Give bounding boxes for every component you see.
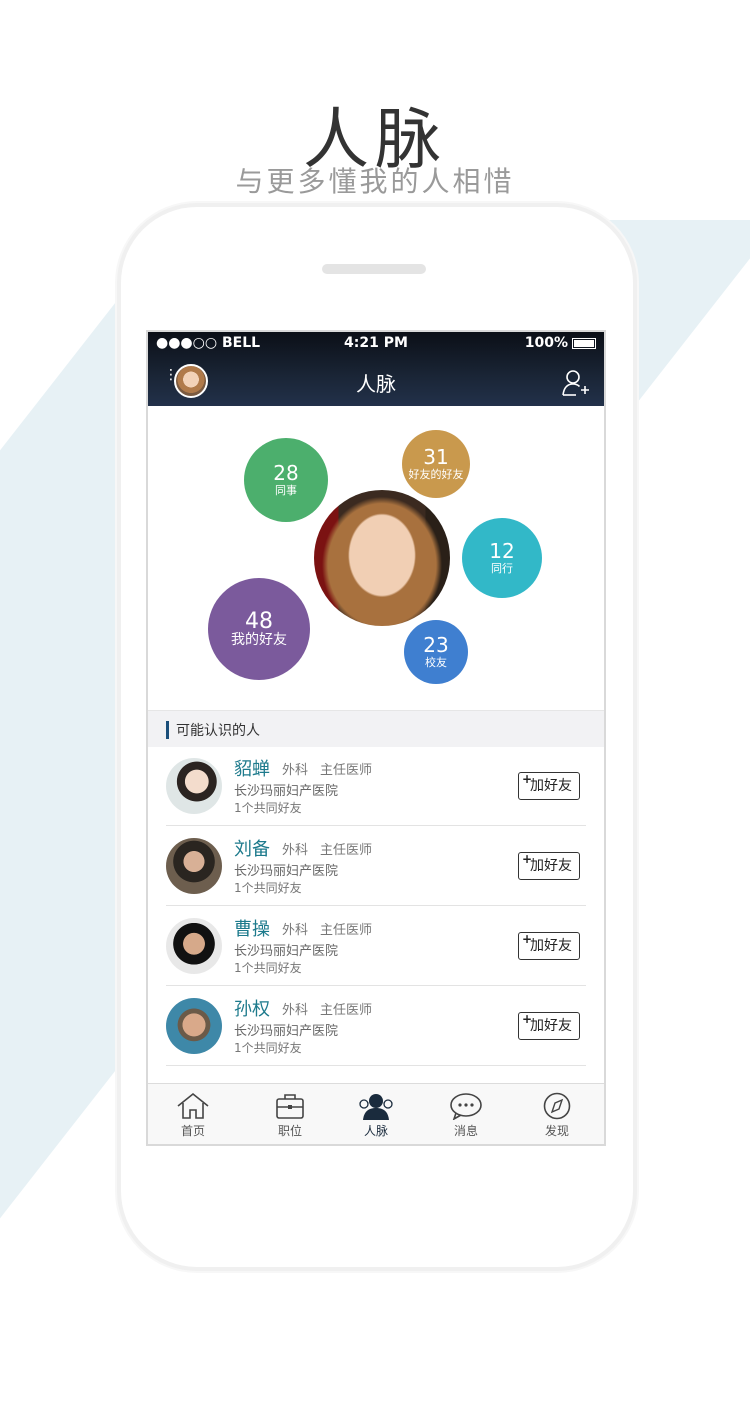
add-friend-button[interactable]: + 加好友 [518,932,580,960]
person-name: 貂蝉 [234,759,270,780]
status-bar: ●●●○○ BELL 4:21 PM 100% [148,332,604,356]
avatar [166,758,222,814]
network-bubbles: 28 同事 31 好友的好友 12 同行 48 我的好友 23 校友 [148,406,604,708]
person-name: 刘备 [234,839,270,860]
tab-label: 发现 [544,1124,569,1138]
colleagues-bubble[interactable]: 28 同事 [244,438,328,522]
friends-of-friends-count: 31 [423,445,449,469]
add-friend-button[interactable]: + 加好友 [518,852,580,880]
profile-photo[interactable] [314,490,450,626]
tab-bar: 首页 职位 人脉 消息 发现 [148,1083,604,1144]
add-contact-icon[interactable] [560,368,590,398]
mutual-friends: 1个共同好友 [234,801,302,815]
list-item[interactable]: 孙权 外科 主任医师 长沙玛丽妇产医院 1个共同好友 + 加好友 [148,986,604,1066]
list-item[interactable]: 刘备 外科 主任医师 长沙玛丽妇产医院 1个共同好友 + 加好友 [148,826,604,906]
my-friends-count: 48 [245,609,273,634]
person-dept: 外科 [282,843,309,858]
tab-discover[interactable]: 发现 [522,1092,592,1139]
add-friend-label: 加好友 [530,778,572,794]
avatar [166,918,222,974]
battery-icon [572,337,596,349]
peers-label: 同行 [491,562,513,575]
section-accent-bar [166,721,169,739]
my-friends-label: 我的好友 [231,632,287,648]
mutual-friends: 1个共同好友 [234,961,302,975]
alumni-label: 校友 [425,656,447,669]
suggestions-header: 可能认识的人 [148,710,604,747]
person-hospital: 长沙玛丽妇产医院 [234,1024,339,1039]
person-hospital: 长沙玛丽妇产医院 [234,944,339,959]
app-screen: ●●●○○ BELL 4:21 PM 100% ⋮ 人脉 28 同事 31 好友… [146,330,606,1146]
colleagues-count: 28 [273,461,299,485]
tab-label: 消息 [453,1124,478,1138]
colleagues-label: 同事 [275,484,297,497]
add-friend-label: 加好友 [530,938,572,954]
person-hospital: 长沙玛丽妇产医院 [234,864,339,879]
briefcase-icon [276,1094,304,1119]
add-friend-button[interactable]: + 加好友 [518,1012,580,1040]
tab-messages[interactable]: 消息 [431,1092,501,1139]
my-friends-bubble[interactable]: 48 我的好友 [208,578,310,680]
alumni-bubble[interactable]: 23 校友 [404,620,468,684]
section-title: 可能认识的人 [176,723,260,739]
chat-icon [450,1093,482,1120]
person-hospital: 长沙玛丽妇产医院 [234,784,339,799]
tab-network[interactable]: 人脉 [341,1092,411,1139]
plus-icon: + [522,852,533,866]
divider [166,1065,586,1066]
list-item[interactable]: 貂蝉 外科 主任医师 长沙玛丽妇产医院 1个共同好友 + 加好友 [148,746,604,826]
person-name: 曹操 [234,919,270,940]
page-title: 人脉 [356,372,396,396]
battery-indicator: 100% [525,335,596,351]
add-friend-label: 加好友 [530,1018,572,1034]
friends-of-friends-bubble[interactable]: 31 好友的好友 [402,430,470,498]
person-dept: 外科 [282,763,309,778]
peers-count: 12 [489,539,515,563]
list-item[interactable]: 曹操 外科 主任医师 长沙玛丽妇产医院 1个共同好友 + 加好友 [148,906,604,986]
top-bar: ●●●○○ BELL 4:21 PM 100% ⋮ 人脉 [148,332,604,406]
person-title: 主任医师 [320,1003,373,1018]
phone-speaker [322,264,426,274]
mutual-friends: 1个共同好友 [234,881,302,895]
tab-home[interactable]: 首页 [158,1092,228,1139]
avatar [166,998,222,1054]
person-title: 主任医师 [320,763,373,778]
people-icon [359,1094,393,1120]
suggestion-list: 貂蝉 外科 主任医师 长沙玛丽妇产医院 1个共同好友 + 加好友 刘备 外科 主任… [148,746,604,1066]
add-friend-label: 加好友 [530,858,572,874]
tab-label: 职位 [277,1124,302,1138]
home-icon [177,1092,209,1119]
person-title: 主任医师 [320,923,373,938]
alumni-count: 23 [423,633,449,657]
avatar [166,838,222,894]
person-dept: 外科 [282,923,309,938]
mutual-friends: 1个共同好友 [234,1041,302,1055]
person-name: 孙权 [234,999,270,1020]
hero-subtitle: 与更多懂我的人相惜 [235,165,515,198]
battery-label: 100% [524,335,568,351]
tab-label: 首页 [180,1124,205,1138]
compass-icon [543,1092,571,1120]
friends-of-friends-label: 好友的好友 [408,468,464,481]
person-dept: 外科 [282,1003,309,1018]
add-friend-button[interactable]: + 加好友 [518,772,580,800]
plus-icon: + [522,772,533,786]
tab-label: 人脉 [363,1124,388,1138]
plus-icon: + [522,1012,533,1026]
person-title: 主任医师 [320,843,373,858]
plus-icon: + [522,932,533,946]
tab-jobs[interactable]: 职位 [255,1092,325,1139]
peers-bubble[interactable]: 12 同行 [462,518,542,598]
